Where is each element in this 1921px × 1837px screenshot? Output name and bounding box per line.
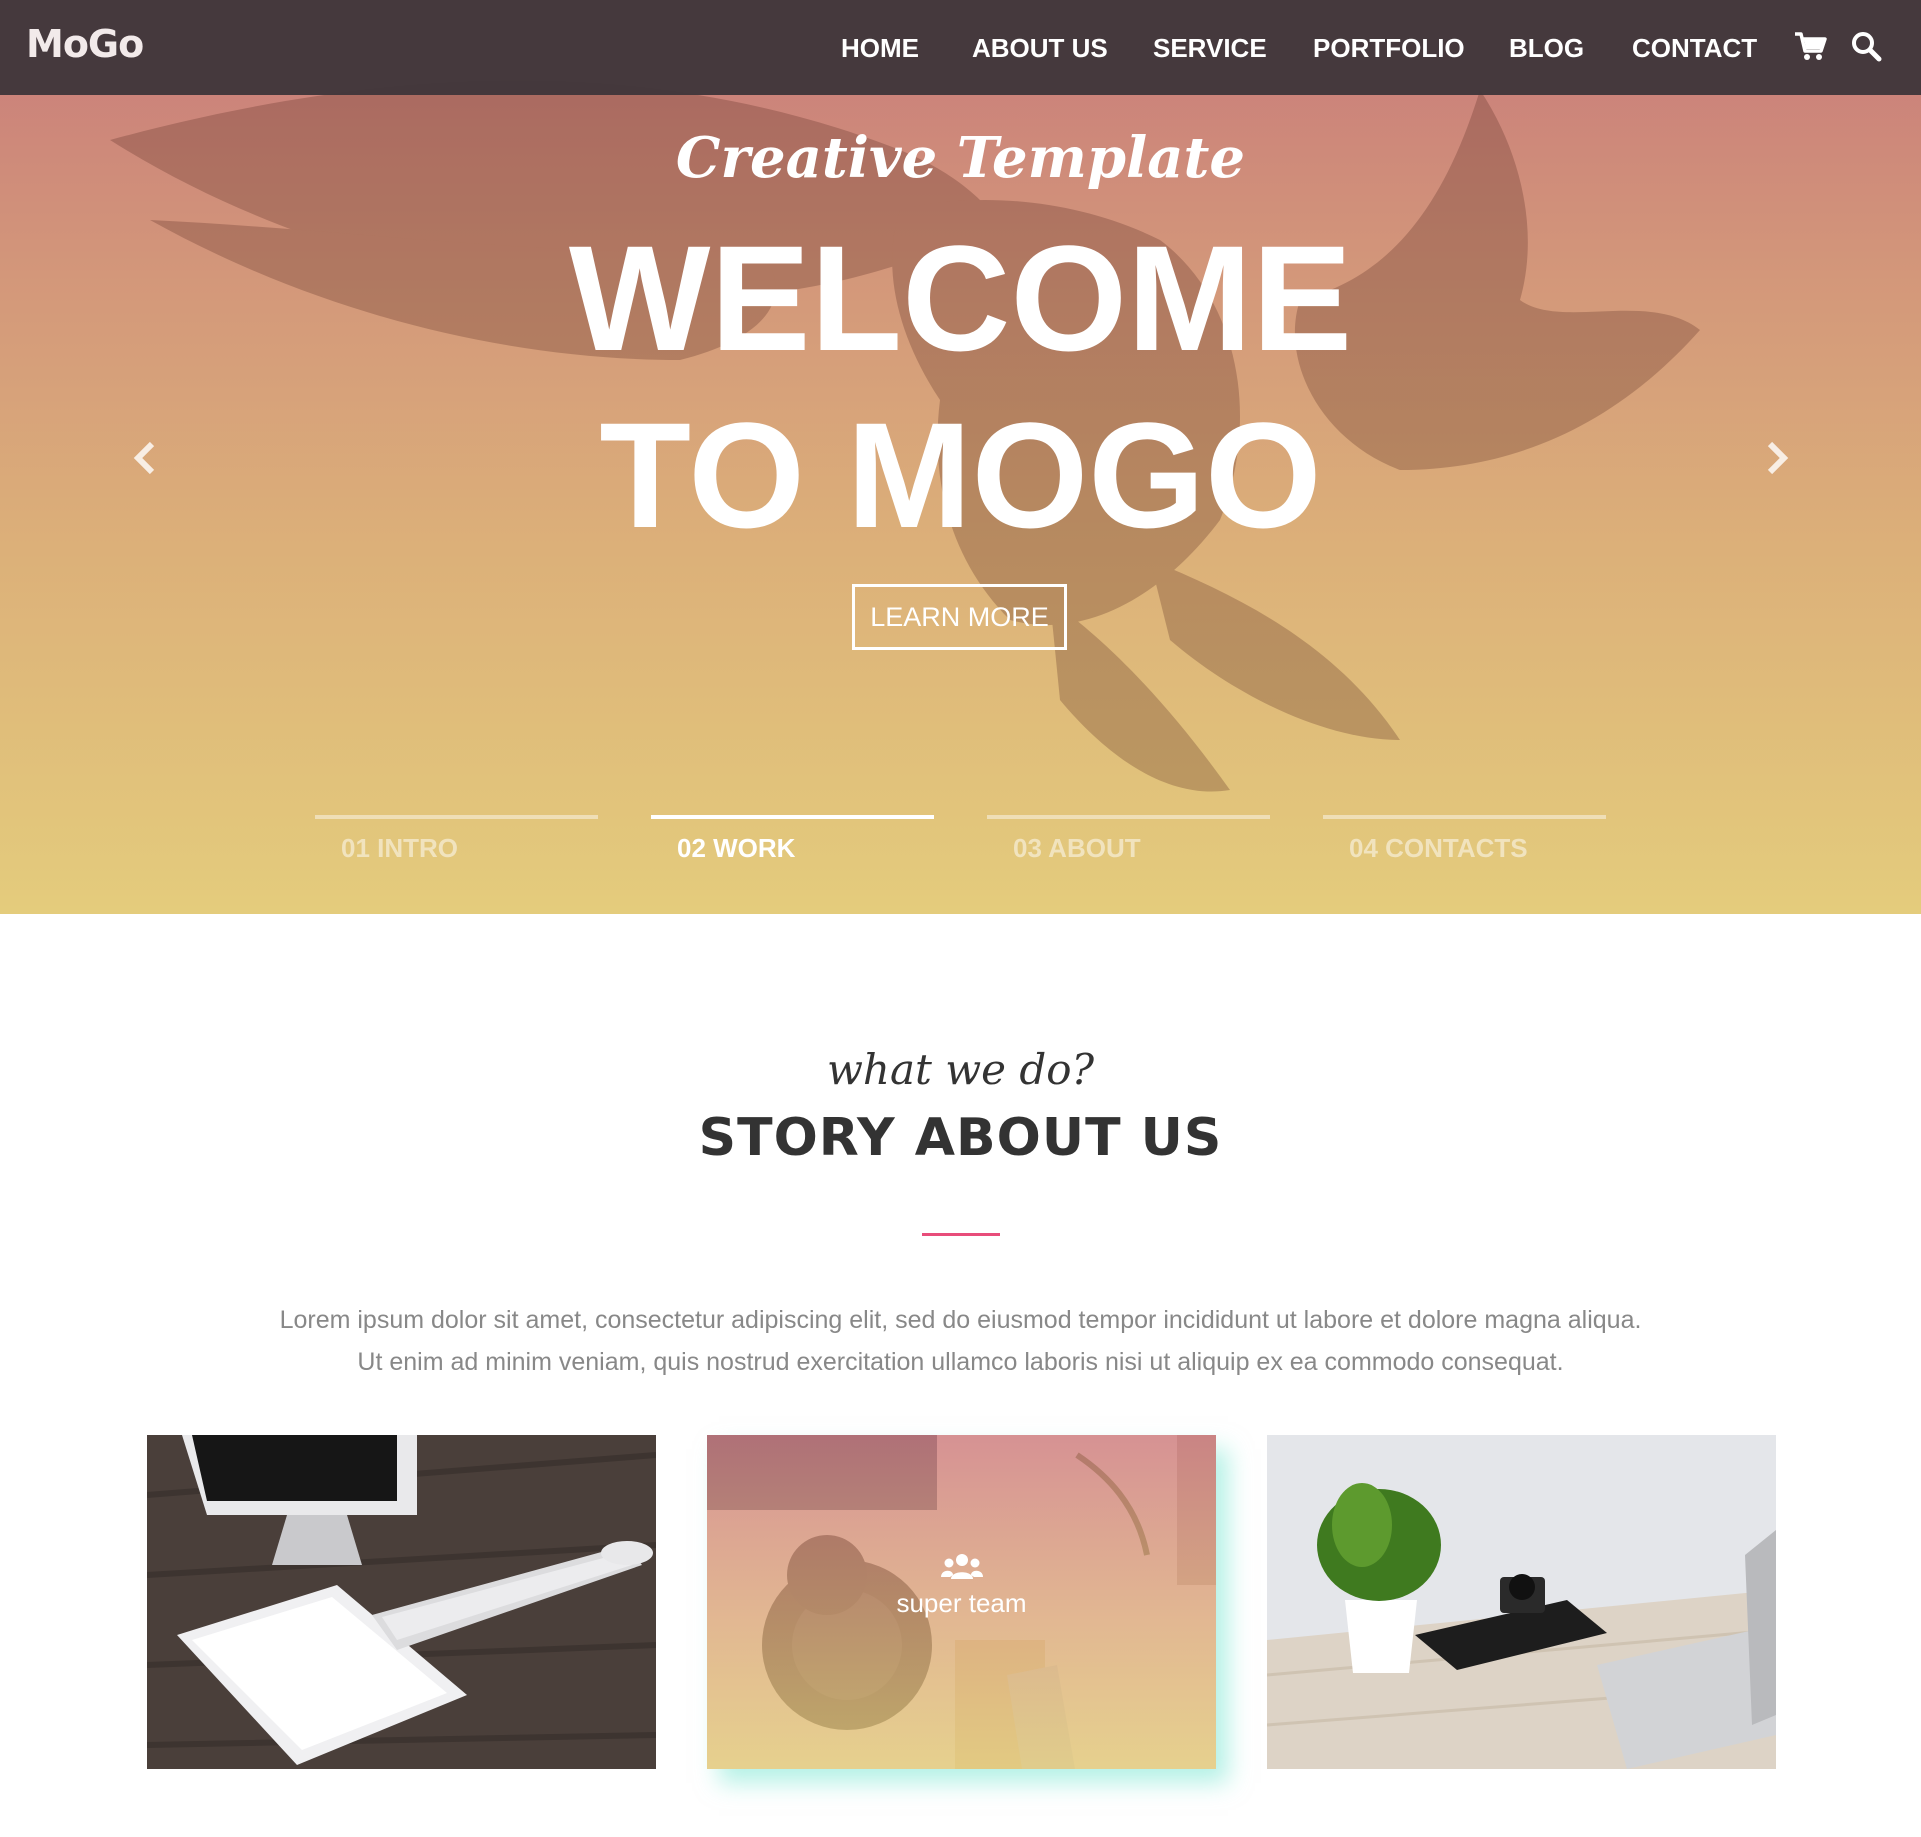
hero-title-line-2: TO MOGO <box>599 391 1322 559</box>
hero-title-line-1: WELCOME <box>568 214 1353 382</box>
desk-imac-ipad-photo <box>147 1435 656 1769</box>
card-super-team[interactable]: super team <box>707 1435 1216 1769</box>
slide-tab-intro[interactable]: 01 INTRO <box>315 815 598 865</box>
nav-item-blog[interactable]: BLOG <box>1509 33 1584 64</box>
slide-tab-contacts[interactable]: 04 CONTACTS <box>1323 815 1606 865</box>
card-desk-plant[interactable] <box>1267 1435 1776 1769</box>
nav-item-home[interactable]: HOME <box>841 33 919 64</box>
desk-plant-camera-photo <box>1267 1435 1776 1769</box>
slide-tab-label: 01 INTRO <box>341 833 459 863</box>
card-caption: super team <box>896 1588 1027 1618</box>
section-subtitle: what we do? <box>826 1045 1095 1094</box>
learn-more-button[interactable]: LEARN MORE <box>852 584 1067 650</box>
about-text-line-2: Ut enim ad minim veniam, quis nostrud ex… <box>357 1348 1564 1376</box>
top-navbar: MoGo HOME ABOUT US SERVICE PORTFOLIO BLO… <box>0 0 1921 95</box>
chevron-left-icon[interactable] <box>130 438 160 478</box>
nav-item-portfolio[interactable]: PORTFOLIO <box>1313 33 1465 64</box>
slide-tab-bar <box>987 815 1270 819</box>
slide-tab-bar <box>315 815 598 819</box>
nav-item-contact[interactable]: CONTACT <box>1632 33 1757 64</box>
slide-tab-label: 04 CONTACTS <box>1349 833 1528 863</box>
hero-section: MoGo HOME ABOUT US SERVICE PORTFOLIO BLO… <box>0 0 1921 914</box>
section-divider <box>922 1233 1000 1236</box>
slide-tab-label: 03 ABOUT <box>1013 833 1141 863</box>
about-text-line-1: Lorem ipsum dolor sit amet, consectetur … <box>279 1306 1642 1334</box>
slide-tab-work[interactable]: 02 WORK <box>651 815 934 865</box>
chevron-right-icon[interactable] <box>1762 438 1792 478</box>
nav-item-service[interactable]: SERVICE <box>1153 33 1267 64</box>
hero-tagline: Creative Template <box>675 125 1246 191</box>
nav-item-about-us[interactable]: ABOUT US <box>972 33 1108 64</box>
team-icon <box>941 1554 983 1579</box>
search-icon[interactable] <box>1848 28 1884 64</box>
slide-tab-bar <box>651 815 934 819</box>
cart-icon[interactable] <box>1792 28 1828 64</box>
slide-tab-bar <box>1323 815 1606 819</box>
site-logo[interactable]: MoGo <box>26 22 144 66</box>
slide-tab-label: 02 WORK <box>677 833 796 863</box>
section-title: STORY ABOUT US <box>698 1108 1223 1168</box>
card-desk-imac[interactable] <box>147 1435 656 1769</box>
slide-tab-about[interactable]: 03 ABOUT <box>987 815 1270 865</box>
